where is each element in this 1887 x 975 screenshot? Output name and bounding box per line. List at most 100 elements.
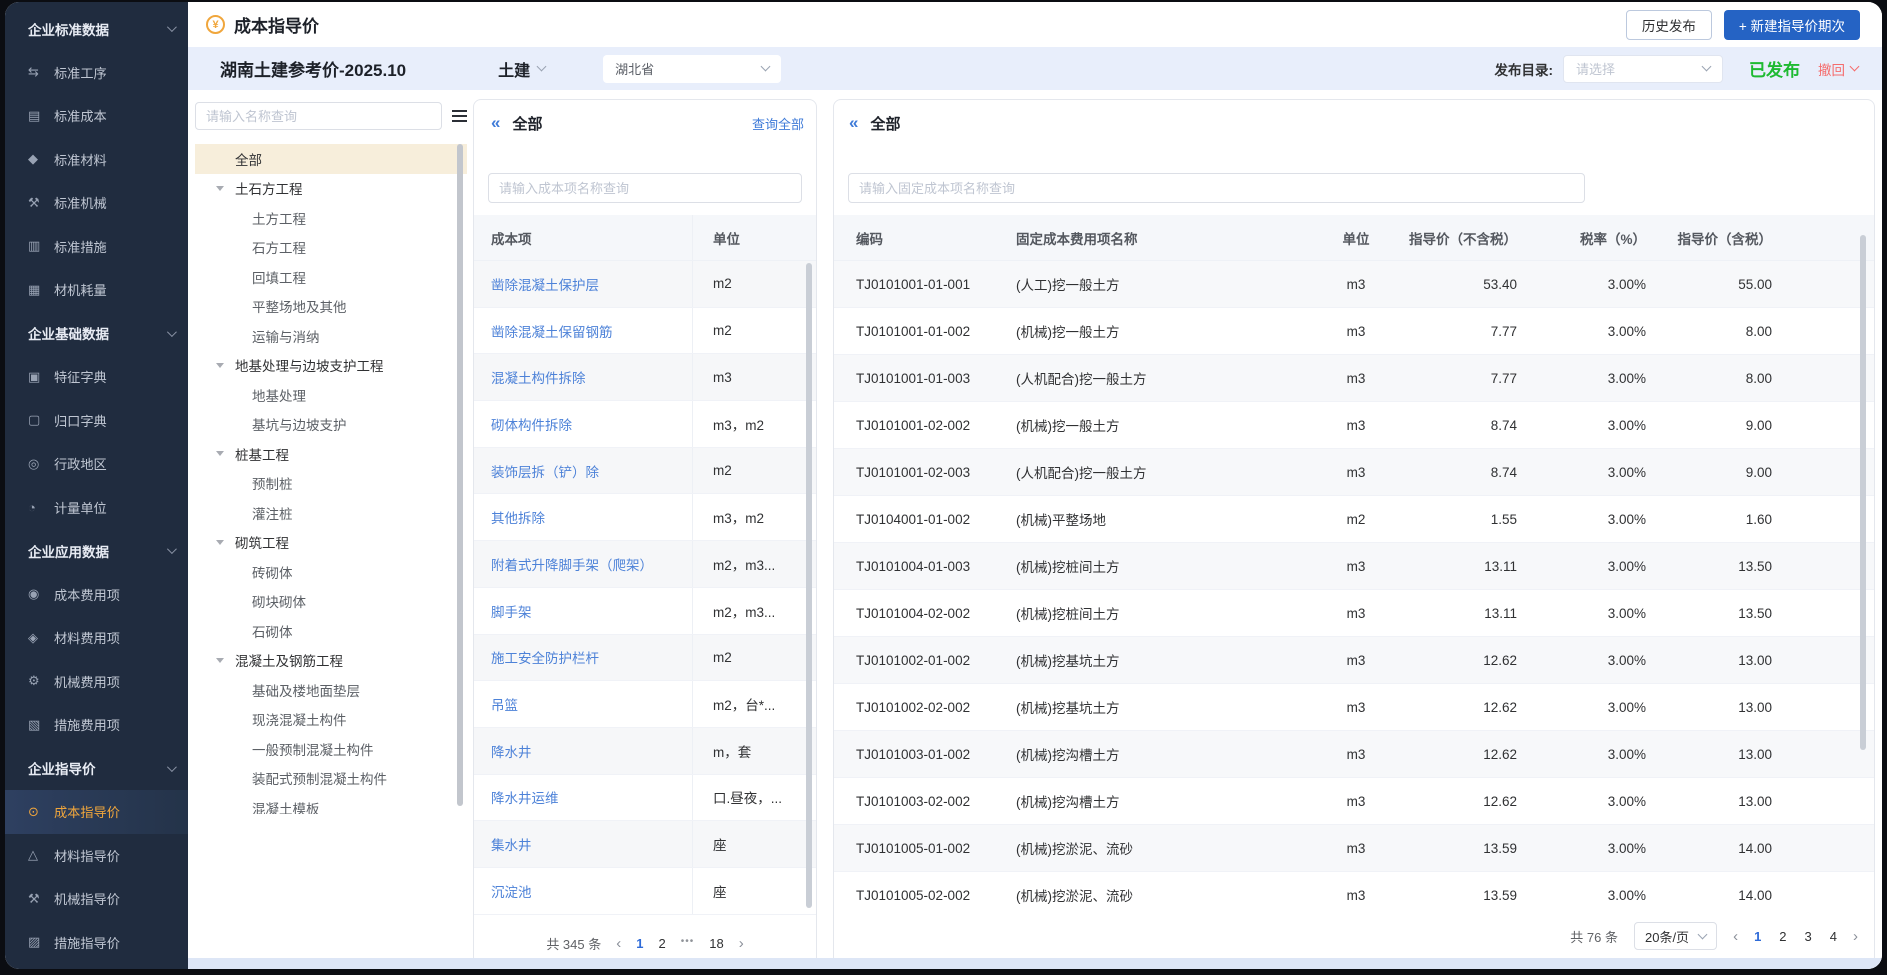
cost-item-link[interactable]: 装饰层拆（铲）除	[474, 461, 692, 481]
table-row[interactable]: TJ0101003-02-002 (机械)挖沟槽土方 m3 12.62 3.00…	[834, 778, 1874, 825]
fixed-item-search-input[interactable]	[848, 173, 1585, 203]
fixed-items-scrollbar[interactable]	[1860, 235, 1866, 750]
tree-item[interactable]: 全部	[195, 144, 467, 174]
sidebar-item[interactable]: ⇆ 标准工序	[5, 51, 188, 95]
sidebar-item[interactable]: 企业基础数据	[5, 312, 188, 356]
table-row[interactable]: TJ0101001-01-002 (机械)挖一般土方 m3 7.77 3.00%…	[834, 308, 1874, 355]
cost-item-link[interactable]: 施工安全防护栏杆	[474, 647, 692, 667]
table-row[interactable]: TJ0101004-02-002 (机械)挖桩间土方 m3 13.11 3.00…	[834, 590, 1874, 637]
tree-item[interactable]: 预制桩	[195, 469, 467, 499]
table-row[interactable]: TJ0101005-02-002 (机械)挖淤泥、流砂 m3 13.59 3.0…	[834, 872, 1874, 905]
tree-item[interactable]: 现浇混凝土构件	[195, 705, 467, 735]
tree-item[interactable]: 一般预制混凝土构件	[195, 734, 467, 764]
page-number[interactable]: 3	[1805, 929, 1812, 944]
sidebar-item[interactable]: ▢ 归口字典	[5, 399, 188, 443]
tree-item[interactable]: 回填工程	[195, 262, 467, 292]
sidebar-item[interactable]: ◈ 材料费用项	[5, 616, 188, 660]
sidebar-item[interactable]: ◎ 行政地区	[5, 442, 188, 486]
cost-item-row[interactable]: 集水井 座	[474, 821, 816, 868]
tree-item[interactable]: 砌筑工程	[195, 528, 467, 558]
menu-icon[interactable]	[452, 110, 467, 112]
new-guide-price-period-button[interactable]: + 新建指导价期次	[1724, 10, 1860, 40]
sidebar-item[interactable]: ▥ 标准措施	[5, 225, 188, 269]
sidebar-item[interactable]: ▨ 措施指导价	[5, 921, 188, 965]
cost-item-link[interactable]: 混凝土构件拆除	[474, 367, 692, 387]
tree-item[interactable]: 运输与消纳	[195, 321, 467, 351]
tree-item[interactable]: 桩基工程	[195, 439, 467, 469]
tree-item[interactable]: 石方工程	[195, 233, 467, 263]
tree-item[interactable]: 砌块砌体	[195, 587, 467, 617]
page-size-select[interactable]: 20条/页	[1634, 922, 1717, 950]
sidebar-item[interactable]: ▦ 材机耗量	[5, 268, 188, 312]
caret-down-icon[interactable]	[216, 363, 224, 368]
sidebar-item[interactable]: ⚒ 机械指导价	[5, 877, 188, 921]
cost-item-link[interactable]: 附着式升降脚手架（爬架）	[474, 554, 692, 574]
sidebar-item[interactable]: ◔ 计量单位	[5, 486, 188, 530]
sidebar-item[interactable]: ▣ 特征字典	[5, 355, 188, 399]
cost-item-row[interactable]: 凿除混凝土保护层 m2	[474, 261, 816, 308]
caret-down-icon[interactable]	[216, 658, 224, 663]
caret-down-icon[interactable]	[216, 540, 224, 545]
page-number[interactable]: 4	[1830, 929, 1837, 944]
region-select[interactable]: 湖北省	[603, 55, 781, 83]
table-row[interactable]: TJ0101004-01-003 (机械)挖桩间土方 m3 13.11 3.00…	[834, 543, 1874, 590]
cost-item-link[interactable]: 凿除混凝土保留钢筋	[474, 321, 692, 341]
table-row[interactable]: TJ0101001-01-001 (人工)挖一般土方 m3 53.40 3.00…	[834, 261, 1874, 308]
sidebar-item[interactable]: 企业指导价	[5, 747, 188, 791]
cost-item-link[interactable]: 降水井运维	[474, 787, 692, 807]
tree-item[interactable]: 基坑与边坡支护	[195, 410, 467, 440]
prev-page-icon[interactable]: ‹	[616, 936, 621, 951]
sidebar-item[interactable]: ◉ 成本费用项	[5, 573, 188, 617]
cost-item-row[interactable]: 装饰层拆（铲）除 m2	[474, 448, 816, 495]
next-page-icon[interactable]: ›	[739, 936, 744, 951]
cost-item-row[interactable]: 凿除混凝土保留钢筋 m2	[474, 308, 816, 355]
tree-item[interactable]: 混凝土及钢筋工程	[195, 646, 467, 676]
cost-item-row[interactable]: 施工安全防护栏杆 m2	[474, 635, 816, 682]
sidebar-item[interactable]: ⊙ 成本指导价	[5, 790, 188, 834]
cost-item-row[interactable]: 降水井运维 口.昼夜，...	[474, 775, 816, 822]
cost-item-link[interactable]: 凿除混凝土保护层	[474, 274, 692, 294]
page-number[interactable]: 18	[709, 936, 723, 951]
sidebar-item[interactable]: ▧ 措施费用项	[5, 703, 188, 747]
cost-item-row[interactable]: 其他拆除 m3，m2	[474, 494, 816, 541]
cost-item-link[interactable]: 其他拆除	[474, 507, 692, 527]
cost-item-search-input[interactable]	[488, 173, 802, 203]
tree-item[interactable]: 地基处理与边坡支护工程	[195, 351, 467, 381]
tree-item[interactable]: 地基处理	[195, 380, 467, 410]
sidebar-item[interactable]: ⚙ 机械费用项	[5, 660, 188, 704]
cost-item-link[interactable]: 砌体构件拆除	[474, 414, 692, 434]
cost-item-row[interactable]: 沉淀池 座	[474, 868, 816, 915]
page-number[interactable]: 1	[636, 936, 643, 951]
cost-item-row[interactable]: 吊篮 m2，台*...	[474, 681, 816, 728]
tree-item[interactable]: 基础及楼地面垫层	[195, 675, 467, 705]
table-row[interactable]: TJ0101001-01-003 (人机配合)挖一般土方 m3 7.77 3.0…	[834, 355, 1874, 402]
page-number[interactable]: •••	[681, 936, 695, 951]
next-page-icon[interactable]: ›	[1853, 929, 1858, 944]
tree-item[interactable]: 土石方工程	[195, 174, 467, 204]
table-row[interactable]: TJ0101001-02-003 (人机配合)挖一般土方 m3 8.74 3.0…	[834, 449, 1874, 496]
page-number[interactable]: 1	[1754, 929, 1761, 944]
sidebar-item[interactable]: 企业应用数据	[5, 529, 188, 573]
query-all-link[interactable]: 查询全部	[752, 114, 804, 133]
tree-item[interactable]: 混凝土模板	[195, 793, 467, 814]
tree-item[interactable]: 装配式预制混凝土构件	[195, 764, 467, 794]
tree-item[interactable]: 平整场地及其他	[195, 292, 467, 322]
cost-item-link[interactable]: 降水井	[474, 741, 692, 761]
cost-item-row[interactable]: 脚手架 m2，m3...	[474, 588, 816, 635]
cost-item-row[interactable]: 混凝土构件拆除 m3	[474, 354, 816, 401]
table-row[interactable]: TJ0101002-02-002 (机械)挖基坑土方 m3 12.62 3.00…	[834, 684, 1874, 731]
cost-item-row[interactable]: 附着式升降脚手架（爬架） m2，m3...	[474, 541, 816, 588]
revoke-button[interactable]: 撤回	[1818, 59, 1858, 79]
cost-item-link[interactable]: 集水井	[474, 834, 692, 854]
sidebar-item[interactable]: 企业标准数据	[5, 7, 188, 51]
page-number[interactable]: 2	[1779, 929, 1786, 944]
history-publish-button[interactable]: 历史发布	[1626, 10, 1712, 40]
caret-down-icon[interactable]	[216, 451, 224, 456]
category-dropdown[interactable]: 土建	[498, 57, 545, 81]
sidebar-item[interactable]: ▤ 标准成本	[5, 94, 188, 138]
cost-item-link[interactable]: 沉淀池	[474, 881, 692, 901]
tree-search-input[interactable]	[195, 102, 442, 130]
tree-scrollbar[interactable]	[457, 144, 463, 806]
cost-item-link[interactable]: 脚手架	[474, 601, 692, 621]
page-number[interactable]: 2	[658, 936, 665, 951]
